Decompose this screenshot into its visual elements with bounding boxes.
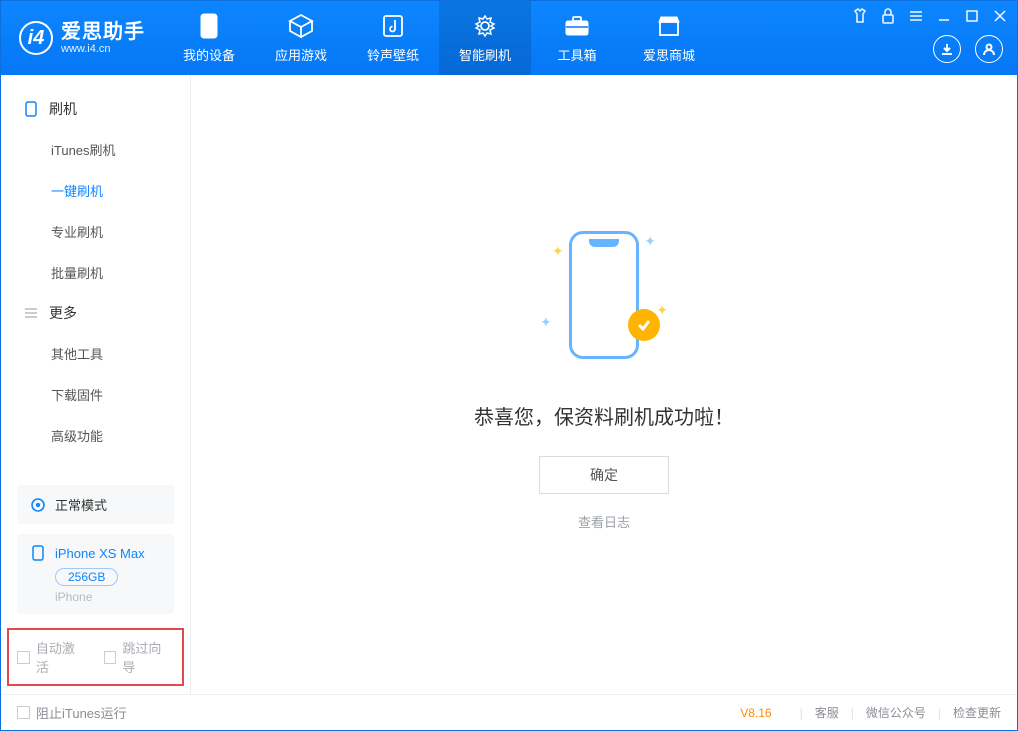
sidebar: 刷机 iTunes刷机 一键刷机 专业刷机 批量刷机 更多 其他工具 下载固件 … bbox=[1, 75, 191, 694]
sidebar-item-batch-flash[interactable]: 批量刷机 bbox=[1, 252, 190, 293]
checkbox-box-icon bbox=[17, 651, 30, 664]
mode-status-card[interactable]: 正常模式 bbox=[17, 485, 174, 524]
nav-tab-smart-flash[interactable]: 智能刷机 bbox=[439, 1, 531, 75]
close-button[interactable] bbox=[991, 7, 1009, 25]
phone-outline-icon bbox=[23, 101, 39, 117]
sidebar-group-label: 刷机 bbox=[49, 99, 77, 119]
device-card[interactable]: iPhone XS Max 256GB iPhone bbox=[17, 534, 174, 614]
sidebar-group-label: 更多 bbox=[49, 303, 77, 323]
checkbox-label: 跳过向导 bbox=[122, 638, 174, 676]
check-badge-icon bbox=[628, 309, 660, 341]
nav-label: 应用游戏 bbox=[275, 45, 327, 64]
checkbox-skip-guide[interactable]: 跳过向导 bbox=[104, 638, 175, 676]
device-capacity: 256GB bbox=[55, 568, 118, 586]
success-illustration: ✦ ✦ ✦ ✦ bbox=[504, 215, 704, 375]
sidebar-group-more[interactable]: 更多 bbox=[1, 293, 190, 333]
nav-tab-apps-games[interactable]: 应用游戏 bbox=[255, 1, 347, 75]
sidebar-item-pro-flash[interactable]: 专业刷机 bbox=[1, 211, 190, 252]
phone-outline-icon bbox=[569, 231, 639, 359]
sidebar-item-itunes-flash[interactable]: iTunes刷机 bbox=[1, 129, 190, 170]
nav-label: 爱思商城 bbox=[643, 45, 695, 64]
window-controls bbox=[851, 7, 1009, 25]
sparkle-icon: ✦ bbox=[552, 243, 564, 260]
footer-link-customer-service[interactable]: 客服 bbox=[815, 704, 839, 721]
store-icon bbox=[656, 13, 682, 39]
checkbox-box-icon bbox=[104, 651, 117, 664]
device-name: iPhone XS Max bbox=[55, 546, 145, 561]
list-icon bbox=[23, 305, 39, 321]
checkbox-block-itunes[interactable]: 阻止iTunes运行 bbox=[17, 703, 127, 722]
nav-tab-toolbox[interactable]: 工具箱 bbox=[531, 1, 623, 75]
view-log-link[interactable]: 查看日志 bbox=[578, 512, 630, 531]
main-area: ✦ ✦ ✦ ✦ 恭喜您，保资料刷机成功啦！ 确定 查看日志 bbox=[191, 75, 1017, 694]
app-logo: i4 爱思助手 www.i4.cn bbox=[1, 1, 163, 75]
logo-badge-icon: i4 bbox=[19, 21, 53, 55]
music-note-icon bbox=[380, 13, 406, 39]
sidebar-group-flash[interactable]: 刷机 bbox=[1, 89, 190, 129]
checkbox-box-icon bbox=[17, 706, 30, 719]
cube-icon bbox=[288, 13, 314, 39]
sparkle-icon: ✦ bbox=[644, 233, 656, 250]
app-name: 爱思助手 bbox=[61, 21, 145, 43]
sidebar-status: 正常模式 iPhone XS Max 256GB iPhone bbox=[1, 473, 190, 620]
body: 刷机 iTunes刷机 一键刷机 专业刷机 批量刷机 更多 其他工具 下载固件 … bbox=[1, 75, 1017, 694]
nav-tab-store[interactable]: 爱思商城 bbox=[623, 1, 715, 75]
checkbox-label: 自动激活 bbox=[36, 638, 88, 676]
nav-label: 铃声壁纸 bbox=[367, 45, 419, 64]
lock-icon[interactable] bbox=[879, 7, 897, 25]
device-icon bbox=[196, 13, 222, 39]
user-button[interactable] bbox=[975, 35, 1003, 63]
mode-status-text: 正常模式 bbox=[55, 495, 107, 514]
sidebar-item-download-firmware[interactable]: 下载固件 bbox=[1, 374, 190, 415]
checkbox-label: 阻止iTunes运行 bbox=[36, 703, 127, 722]
app-window: i4 爱思助手 www.i4.cn 我的设备 应用游戏 铃声壁纸 智能刷机 bbox=[0, 0, 1018, 731]
footer-link-check-update[interactable]: 检查更新 bbox=[953, 704, 1001, 721]
ok-button[interactable]: 确定 bbox=[539, 456, 669, 494]
status-dot-icon bbox=[29, 496, 47, 514]
device-small-icon bbox=[29, 544, 47, 562]
download-button[interactable] bbox=[933, 35, 961, 63]
gear-refresh-icon bbox=[472, 13, 498, 39]
footer: 阻止iTunes运行 V8.16 | 客服 | 微信公众号 | 检查更新 bbox=[1, 694, 1017, 730]
titlebar: i4 爱思助手 www.i4.cn 我的设备 应用游戏 铃声壁纸 智能刷机 bbox=[1, 1, 1017, 75]
titlebar-actions bbox=[933, 35, 1003, 63]
success-title: 恭喜您，保资料刷机成功啦！ bbox=[474, 401, 734, 430]
sidebar-item-advanced[interactable]: 高级功能 bbox=[1, 415, 190, 456]
nav-label: 智能刷机 bbox=[459, 45, 511, 64]
app-url: www.i4.cn bbox=[61, 43, 145, 55]
tshirt-icon[interactable] bbox=[851, 7, 869, 25]
sparkle-icon: ✦ bbox=[540, 314, 552, 331]
highlighted-options-row: 自动激活 跳过向导 bbox=[7, 628, 184, 686]
maximize-button[interactable] bbox=[963, 7, 981, 25]
minimize-button[interactable] bbox=[935, 7, 953, 25]
checkbox-auto-activate[interactable]: 自动激活 bbox=[17, 638, 88, 676]
footer-link-wechat[interactable]: 微信公众号 bbox=[866, 704, 926, 721]
nav-label: 我的设备 bbox=[183, 45, 235, 64]
toolbox-icon bbox=[564, 13, 590, 39]
sidebar-item-other-tools[interactable]: 其他工具 bbox=[1, 333, 190, 374]
device-platform: iPhone bbox=[55, 590, 162, 604]
nav-tab-ringtone-wallpaper[interactable]: 铃声壁纸 bbox=[347, 1, 439, 75]
nav-tabs: 我的设备 应用游戏 铃声壁纸 智能刷机 工具箱 爱思商城 bbox=[163, 1, 715, 75]
version-label: V8.16 bbox=[740, 706, 771, 720]
sidebar-item-one-key-flash[interactable]: 一键刷机 bbox=[1, 170, 190, 211]
menu-icon[interactable] bbox=[907, 7, 925, 25]
nav-tab-my-device[interactable]: 我的设备 bbox=[163, 1, 255, 75]
nav-label: 工具箱 bbox=[557, 45, 596, 64]
